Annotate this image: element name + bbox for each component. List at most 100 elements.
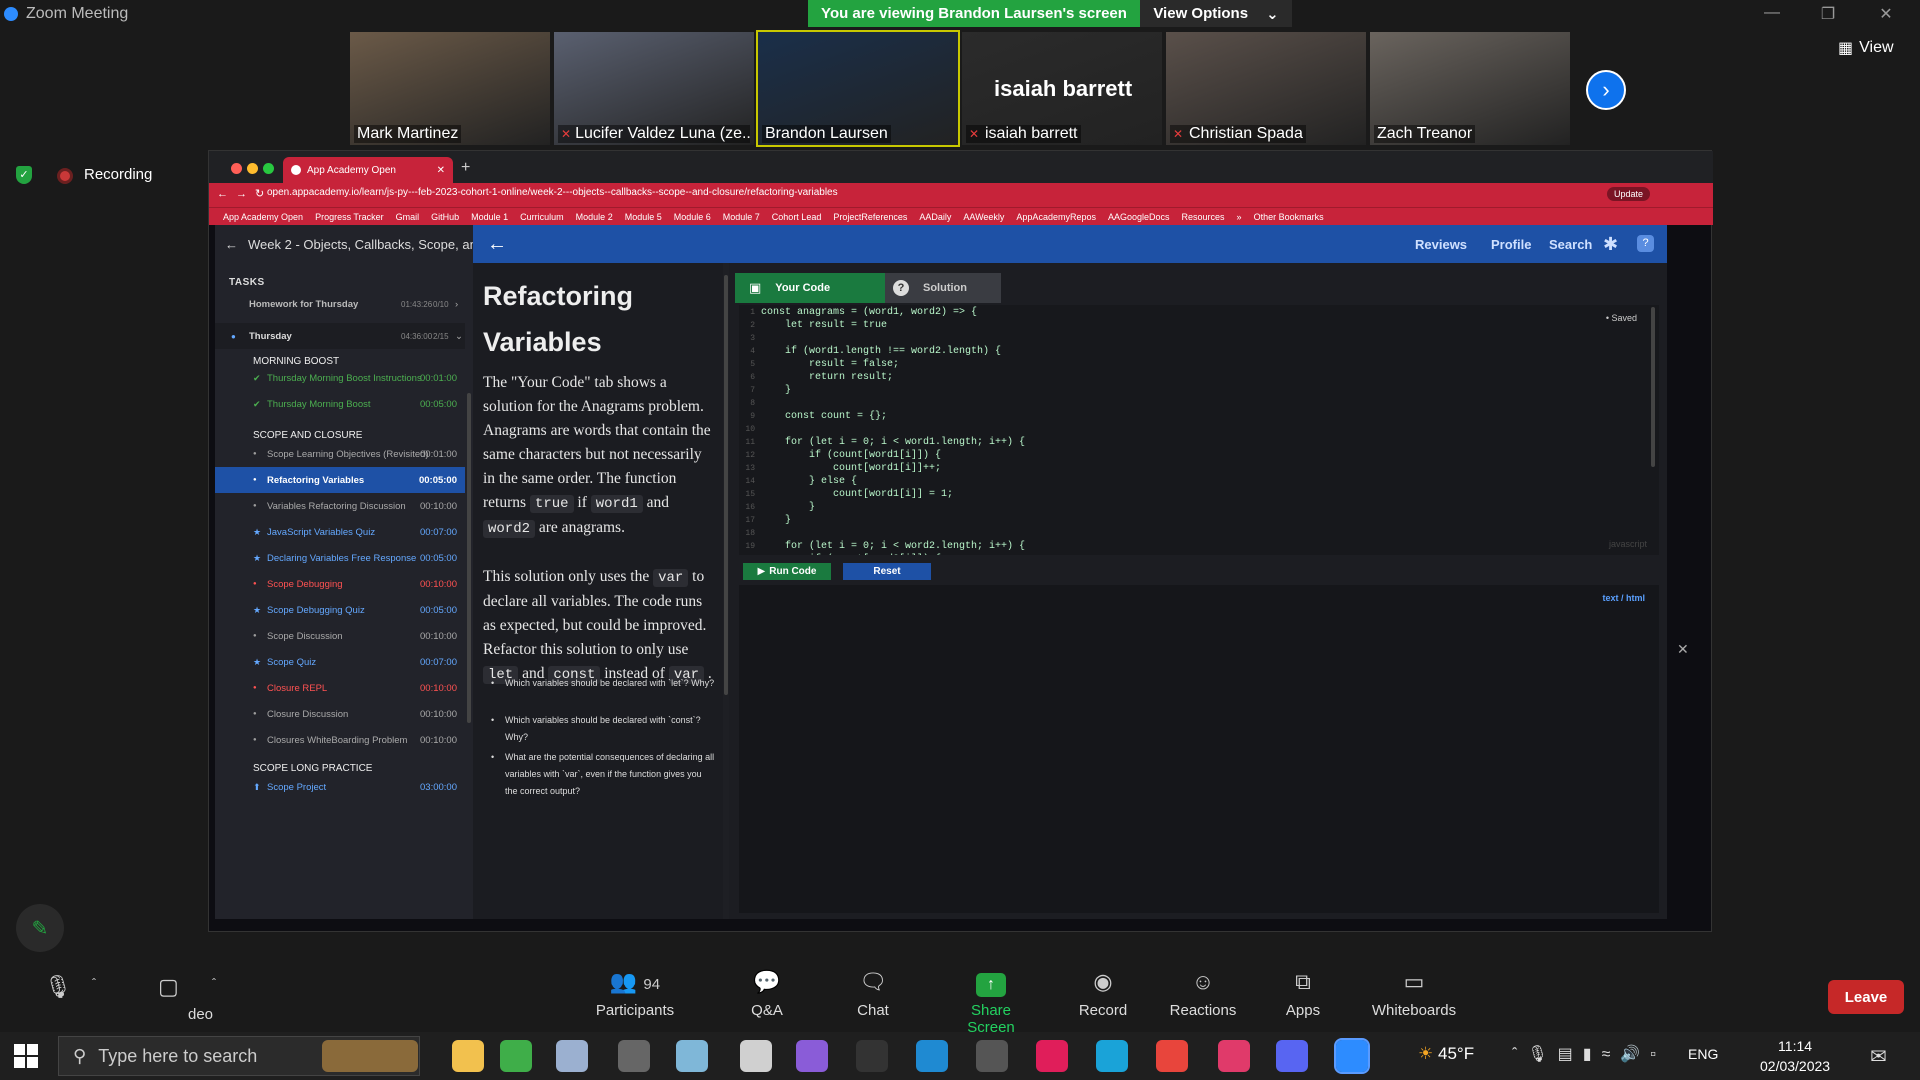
participant-tile[interactable]: Mark Martinez	[350, 32, 550, 145]
nav-reviews[interactable]: Reviews	[1415, 237, 1467, 252]
document-icon[interactable]	[740, 1040, 772, 1072]
task-scope-project[interactable]: ⬆ Scope Project 03:00:00	[215, 774, 465, 800]
tab-close-icon[interactable]: ✕	[437, 165, 445, 176]
tab-your-code[interactable]: ▣ Your Code	[735, 273, 885, 303]
bookmark-item[interactable]: Module 6	[674, 212, 711, 222]
view-options-button[interactable]: View Options ⌄	[1140, 0, 1292, 27]
task-item[interactable]: ★ Declaring Variables Free Response 00:05:…	[215, 545, 465, 571]
chevron-up-icon[interactable]: ˆ	[92, 976, 96, 990]
close-window-dot[interactable]	[231, 163, 242, 174]
task-item[interactable]: ✔ Thursday Morning Boost 00:05:00	[215, 391, 465, 417]
mic-muted-icon[interactable]: 🎙	[44, 974, 72, 1000]
participants-button[interactable]: 👥 94 Participants	[590, 968, 680, 1019]
video-icon[interactable]: ▢	[158, 974, 179, 1000]
game-icon[interactable]	[618, 1040, 650, 1072]
edge-icon[interactable]	[1096, 1040, 1128, 1072]
chevron-up-icon[interactable]: ˆ	[212, 976, 216, 990]
reactions-button[interactable]: ☺ Reactions	[1158, 968, 1248, 1019]
bookmark-item[interactable]: Other Bookmarks	[1254, 212, 1324, 222]
notepad-icon[interactable]	[676, 1040, 708, 1072]
podcast-icon[interactable]	[796, 1040, 828, 1072]
task-item[interactable]: ● Scope Discussion 00:10:00	[215, 623, 465, 649]
task-item[interactable]: ★ Scope Quiz 00:07:00	[215, 649, 465, 675]
bookmark-item[interactable]: GitHub	[431, 212, 459, 222]
robot-app-icon[interactable]	[1218, 1040, 1250, 1072]
whiteboards-button[interactable]: ▭ Whiteboards	[1368, 968, 1460, 1019]
share-screen-button[interactable]: ↑ Share Screen	[946, 968, 1036, 1036]
apps-button[interactable]: ⧉ Apps	[1258, 968, 1348, 1019]
vscode-icon[interactable]	[916, 1040, 948, 1072]
terminal-icon[interactable]	[856, 1040, 888, 1072]
view-button[interactable]: ▦ View	[1838, 38, 1894, 58]
language-indicator[interactable]: ENG	[1688, 1046, 1718, 1062]
thursday-row[interactable]: ● Thursday 04:36:00 2/15 ⌄	[215, 323, 465, 349]
task-item[interactable]: ★ JavaScript Variables Quiz 00:07:00	[215, 519, 465, 545]
clock[interactable]: 11:14 02/03/2023	[1760, 1036, 1830, 1076]
steam-icon[interactable]	[976, 1040, 1008, 1072]
task-item[interactable]: ● Closure REPL 00:10:00	[215, 675, 465, 701]
windows-start-icon[interactable]	[14, 1044, 38, 1068]
annotate-pen-button[interactable]: ✎	[16, 904, 64, 952]
task-item[interactable]: ● Closures WhiteBoarding Problem 00:10:00	[215, 727, 465, 753]
close-panel-icon[interactable]: ✕	[1677, 641, 1689, 658]
chat-button[interactable]: 🗨 Chat	[828, 968, 918, 1019]
bookmark-item[interactable]: AppAcademyRepos	[1016, 212, 1096, 222]
participant-tile[interactable]: Zach Treanor	[1370, 32, 1570, 145]
leave-button[interactable]: Leave	[1828, 980, 1904, 1014]
minimize-window-dot[interactable]	[247, 163, 258, 174]
reset-button[interactable]: Reset	[843, 563, 931, 580]
sidebar-header[interactable]: ← Week 2 - Objects, Callbacks, Scope, an…	[215, 225, 473, 263]
chrome-icon[interactable]	[1156, 1040, 1188, 1072]
bookmark-item[interactable]: Module 7	[723, 212, 760, 222]
restore-icon[interactable]: ❐	[1816, 4, 1840, 24]
nav-search[interactable]: Search	[1549, 237, 1592, 252]
update-button[interactable]: Update	[1607, 187, 1651, 201]
code-scrollbar[interactable]	[1651, 307, 1655, 467]
nav-arrows-icon[interactable]: ←→↻	[217, 187, 272, 200]
participant-tile[interactable]: ✕ Lucifer Valdez Luna (ze...	[554, 32, 754, 145]
participant-tile[interactable]: Brandon Laursen	[756, 30, 960, 147]
next-page-button[interactable]: ›	[1586, 70, 1626, 110]
slack-icon[interactable]: ✱	[1603, 234, 1618, 255]
paint-icon[interactable]	[556, 1040, 588, 1072]
bookmark-item[interactable]: ProjectReferences	[833, 212, 907, 222]
new-tab-icon[interactable]: +	[461, 159, 470, 177]
tab-solution[interactable]: ? Solution	[871, 273, 1001, 303]
cat-search-art-icon[interactable]	[322, 1040, 418, 1072]
notifications-icon[interactable]: ✉	[1870, 1044, 1887, 1069]
zoom-app-icon[interactable]	[1334, 1038, 1370, 1074]
help-icon[interactable]: ?	[1637, 235, 1654, 252]
task-item[interactable]: ● Scope Debugging 00:10:00	[215, 571, 465, 597]
bookmark-item[interactable]: App Academy Open	[223, 212, 303, 222]
record-button[interactable]: ◉ Record	[1058, 968, 1148, 1019]
task-item[interactable]: ● Scope Learning Objectives (Revisited) 00…	[215, 441, 465, 467]
bookmark-item[interactable]: AADaily	[919, 212, 951, 222]
browser-tab[interactable]: App Academy Open ✕	[283, 157, 453, 183]
bookmark-item[interactable]: Module 1	[471, 212, 508, 222]
task-item[interactable]: ★ Scope Debugging Quiz 00:05:00	[215, 597, 465, 623]
bookmark-item[interactable]: Progress Tracker	[315, 212, 384, 222]
file-explorer-icon[interactable]	[452, 1040, 484, 1072]
task-item[interactable]: ● Variables Refactoring Discussion 00:10:0…	[215, 493, 465, 519]
content-scrollbar[interactable]	[724, 275, 728, 695]
qa-button[interactable]: 💬 Q&A	[722, 968, 812, 1019]
sidebar-scrollbar[interactable]	[467, 393, 471, 723]
zoom-window-dot[interactable]	[263, 163, 274, 174]
bookmark-item[interactable]: Resources	[1182, 212, 1225, 222]
bookmark-item[interactable]: Curriculum	[520, 212, 564, 222]
weather-temp[interactable]: ☀ 45°F	[1418, 1044, 1474, 1064]
bookmark-item[interactable]: Cohort Lead	[772, 212, 822, 222]
slack-icon[interactable]	[1036, 1040, 1068, 1072]
task-item[interactable]: ● Refactoring Variables 00:05:00	[215, 467, 465, 493]
bookmark-item[interactable]: »	[1237, 212, 1242, 222]
close-icon[interactable]: ✕	[1874, 4, 1898, 24]
maps-icon[interactable]	[500, 1040, 532, 1072]
system-tray-icons[interactable]: ˆ🎙▤▮≈🔊▫	[1512, 1044, 1666, 1064]
run-code-button[interactable]: ▶ Run Code	[743, 563, 831, 580]
bookmark-item[interactable]: AAGoogleDocs	[1108, 212, 1170, 222]
task-item[interactable]: ● Closure Discussion 00:10:00	[215, 701, 465, 727]
back-arrow-icon[interactable]: ←	[487, 233, 507, 256]
bookmark-item[interactable]: Module 5	[625, 212, 662, 222]
minimize-icon[interactable]: —	[1760, 4, 1784, 24]
nav-profile[interactable]: Profile	[1491, 237, 1531, 252]
